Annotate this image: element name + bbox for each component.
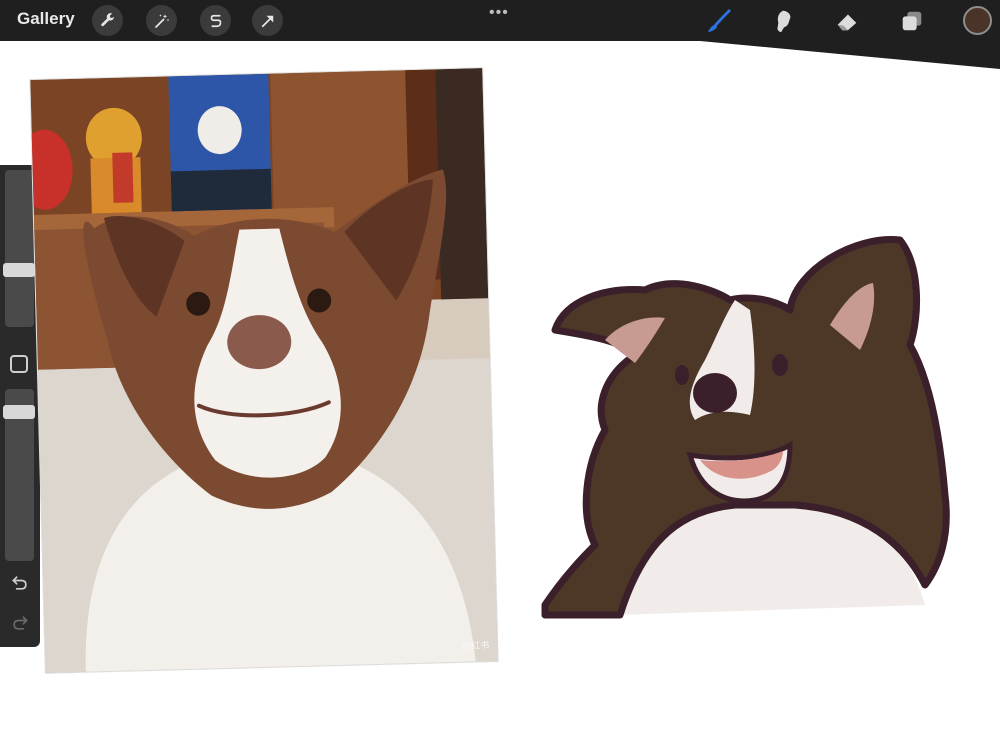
- redo-icon: [13, 616, 28, 630]
- modify-button[interactable]: [10, 355, 28, 373]
- smudge-icon: [777, 10, 791, 33]
- brush-button[interactable]: [704, 6, 734, 36]
- gallery-button[interactable]: Gallery: [17, 9, 75, 29]
- photo-watermark: 小红书: [462, 640, 490, 651]
- wrench-icon: [100, 12, 114, 26]
- more-options-button[interactable]: •••: [489, 4, 509, 22]
- redo-button[interactable]: [8, 611, 32, 635]
- selection-button[interactable]: [200, 5, 231, 36]
- eraser-icon: [837, 14, 857, 31]
- eraser-button[interactable]: [832, 6, 862, 36]
- undo-button[interactable]: [8, 571, 32, 595]
- layers-button[interactable]: [897, 6, 927, 36]
- dog-illustration: [541, 236, 950, 619]
- opacity-handle[interactable]: [3, 405, 35, 419]
- smudge-button[interactable]: [768, 6, 798, 36]
- toolbar-shadow: [700, 41, 1000, 69]
- brush-size-slider[interactable]: [5, 170, 34, 327]
- undo-icon: [12, 576, 27, 590]
- dog-photo-image: [30, 68, 498, 673]
- brush-icon: [707, 9, 731, 33]
- transform-button[interactable]: [252, 5, 283, 36]
- actions-button[interactable]: [92, 5, 123, 36]
- transform-arrow-icon: [261, 15, 273, 27]
- brush-size-handle[interactable]: [3, 263, 35, 277]
- layers-icon: [902, 11, 922, 31]
- selection-icon: [210, 14, 221, 27]
- adjustments-button[interactable]: [146, 5, 177, 36]
- color-picker-button[interactable]: [963, 6, 992, 35]
- top-toolbar: Gallery •••: [0, 0, 1000, 41]
- magic-wand-icon: [154, 13, 169, 28]
- reference-photo[interactable]: 小红书: [30, 68, 498, 673]
